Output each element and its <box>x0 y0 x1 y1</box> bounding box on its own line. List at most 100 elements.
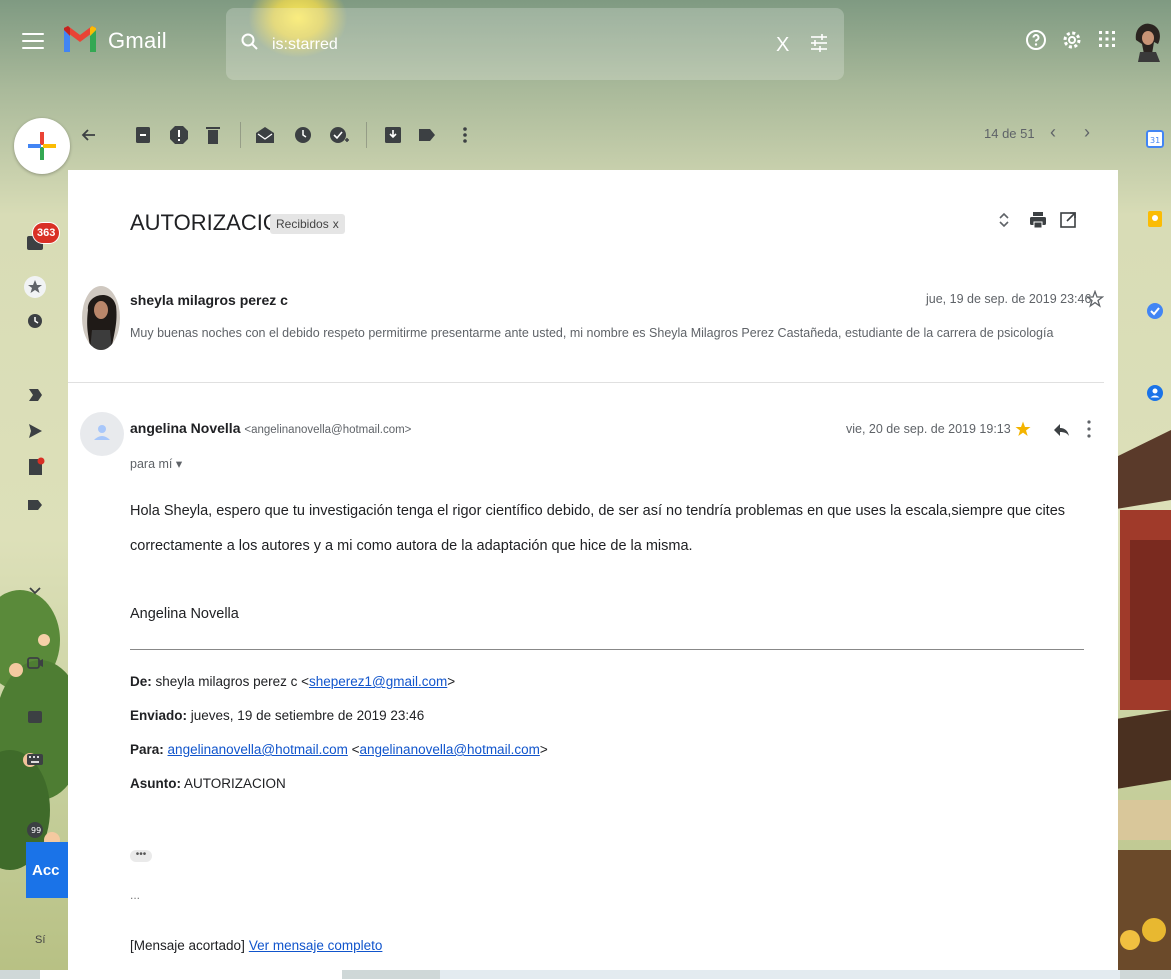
recipient-text: para mí <box>130 457 173 471</box>
toolbar-divider <box>366 122 367 148</box>
forward-from-email-link[interactable]: sheperez1@gmail.com <box>309 674 447 689</box>
forward-sent-line: Enviado: jueves, 19 de setiembre de 2019… <box>130 708 424 723</box>
forward-sent-label: Enviado: <box>130 708 188 723</box>
toolbar-divider <box>240 122 241 148</box>
reply-icon[interactable] <box>1052 422 1070 438</box>
forward-to-email-link[interactable]: angelinanovella@hotmail.com <box>168 742 348 757</box>
forward-from-line: De: sheyla milagros perez c <sheperez1@g… <box>130 674 455 689</box>
report-spam-icon[interactable] <box>166 122 192 148</box>
keyboard-icon[interactable] <box>24 748 46 770</box>
older-chevron-left-icon[interactable]: ‹ <box>1050 122 1056 143</box>
forward-subject-value: AUTORIZACION <box>184 776 286 791</box>
drafts-icon[interactable] <box>24 456 46 478</box>
important-icon[interactable] <box>24 384 46 406</box>
message-date: vie, 20 de sep. de 2019 19:13 <box>846 422 1011 436</box>
default-person-icon <box>94 425 110 440</box>
newer-chevron-right-icon[interactable]: › <box>1084 122 1090 143</box>
more-chevron-down-icon[interactable] <box>24 580 46 602</box>
accept-sub-text: Sí <box>35 934 46 946</box>
forward-to-email-link-2[interactable]: angelinanovella@hotmail.com <box>360 742 540 757</box>
forward-to-label: Para: <box>130 742 164 757</box>
settings-gear-icon[interactable] <box>1060 28 1084 52</box>
inbox-label-chip[interactable]: Recibidos x <box>270 214 345 234</box>
back-arrow-icon[interactable] <box>76 122 102 148</box>
svg-text:99: 99 <box>31 826 41 835</box>
compose-plus-icon <box>28 132 56 160</box>
snooze-clock-icon[interactable] <box>290 122 316 148</box>
search-input[interactable]: is:starred <box>272 36 338 54</box>
show-trimmed-content-button[interactable]: ••• <box>130 850 152 862</box>
meet-video-icon[interactable] <box>24 652 46 674</box>
message-date: jue, 19 de sep. de 2019 23:46 <box>926 292 1092 306</box>
gmail-logo-icon[interactable] <box>62 24 98 54</box>
label-icon[interactable] <box>24 494 46 516</box>
google-apps-icon[interactable] <box>1098 30 1116 48</box>
google-tasks-icon[interactable] <box>1146 302 1164 320</box>
theme-pagoda-decoration <box>1110 430 1171 979</box>
chevron-down-icon[interactable]: ▾ <box>176 457 182 471</box>
google-calendar-icon[interactable]: 31 <box>1146 130 1164 148</box>
add-to-tasks-icon[interactable] <box>326 122 352 148</box>
gmail-wordmark: Gmail <box>108 28 167 53</box>
mark-unread-icon[interactable] <box>252 122 278 148</box>
forward-to-gt: > <box>539 742 548 757</box>
main-menu-icon[interactable] <box>22 28 44 54</box>
sender-email: <angelinanovella@hotmail.com> <box>244 424 412 436</box>
message-snippet[interactable]: Muy buenas noches con el debido respeto … <box>130 326 1053 340</box>
label-chip-text: Recibidos <box>276 217 329 231</box>
trimmed-ellipsis: ... <box>130 888 141 902</box>
view-full-message-link[interactable]: Ver mensaje completo <box>249 938 383 953</box>
compose-button[interactable] <box>14 118 70 174</box>
open-new-window-icon[interactable] <box>1058 210 1078 230</box>
email-thread-view: AUTORIZACION Recibidos x sheyla milagros … <box>68 170 1118 979</box>
search-icon[interactable] <box>240 32 260 52</box>
message-toolbar: 14 de 51 ‹ › <box>68 116 1120 170</box>
move-to-icon[interactable] <box>380 122 406 148</box>
truncated-label: [Mensaje acortado] <box>130 938 245 953</box>
sent-icon[interactable] <box>24 420 46 442</box>
expand-all-icon[interactable] <box>994 210 1014 230</box>
accept-cookies-button[interactable]: Acc <box>26 842 68 898</box>
inbox-unread-badge: 363 <box>32 222 61 244</box>
message-sender-name[interactable]: sheyla milagros perez c <box>130 292 288 308</box>
more-options-icon[interactable] <box>452 122 478 148</box>
delete-trash-icon[interactable] <box>200 122 226 148</box>
forward-from-close: > <box>447 674 456 689</box>
forward-sent-value: jueves, 19 de setiembre de 2019 23:46 <box>190 708 425 723</box>
starred-icon[interactable] <box>24 276 46 298</box>
quoted-divider <box>130 649 1084 650</box>
help-icon[interactable] <box>1024 28 1048 52</box>
account-avatar[interactable] <box>1130 20 1166 62</box>
remove-label-icon[interactable]: x <box>333 217 339 231</box>
truncated-notice: [Mensaje acortado] Ver mensaje completo <box>130 938 382 953</box>
sender-avatar[interactable] <box>82 286 120 350</box>
sender-avatar[interactable] <box>80 412 124 456</box>
recipient-details-toggle[interactable]: para mí ▾ <box>130 456 182 471</box>
top-bar: Gmail is:starred X <box>0 0 1171 88</box>
message-sender[interactable]: angelina Novella <angelinanovella@hotmai… <box>130 420 411 436</box>
google-keep-icon[interactable] <box>1146 210 1164 228</box>
print-icon[interactable] <box>1028 210 1048 230</box>
svg-text:31: 31 <box>1150 136 1160 145</box>
star-filled-icon[interactable] <box>1014 420 1032 438</box>
google-contacts-icon[interactable] <box>1146 384 1164 402</box>
archive-icon[interactable] <box>130 122 156 148</box>
forward-to-lt: < <box>351 742 360 757</box>
message-body: Hola Sheyla, espero que tu investigación… <box>130 503 1066 554</box>
labels-icon[interactable] <box>414 122 440 148</box>
hangouts-icon[interactable]: 99 <box>24 820 46 842</box>
clear-search-icon[interactable]: X <box>776 34 789 57</box>
search-bar[interactable]: is:starred X <box>226 8 844 80</box>
message-divider <box>68 382 1104 383</box>
star-outline-icon[interactable] <box>1086 290 1104 308</box>
more-vertical-icon[interactable] <box>1086 418 1092 440</box>
snoozed-clock-icon[interactable] <box>24 310 46 332</box>
forward-subject-label: Asunto: <box>130 776 181 791</box>
forward-from-name: sheyla milagros perez c < <box>155 674 309 689</box>
message-signature: Angelina Novella <box>130 606 239 622</box>
search-options-icon[interactable] <box>808 32 830 54</box>
forward-from-label: De: <box>130 674 152 689</box>
pagination-text: 14 de 51 <box>984 126 1035 141</box>
meet-join-icon[interactable] <box>24 706 46 728</box>
bottom-field <box>40 970 342 979</box>
